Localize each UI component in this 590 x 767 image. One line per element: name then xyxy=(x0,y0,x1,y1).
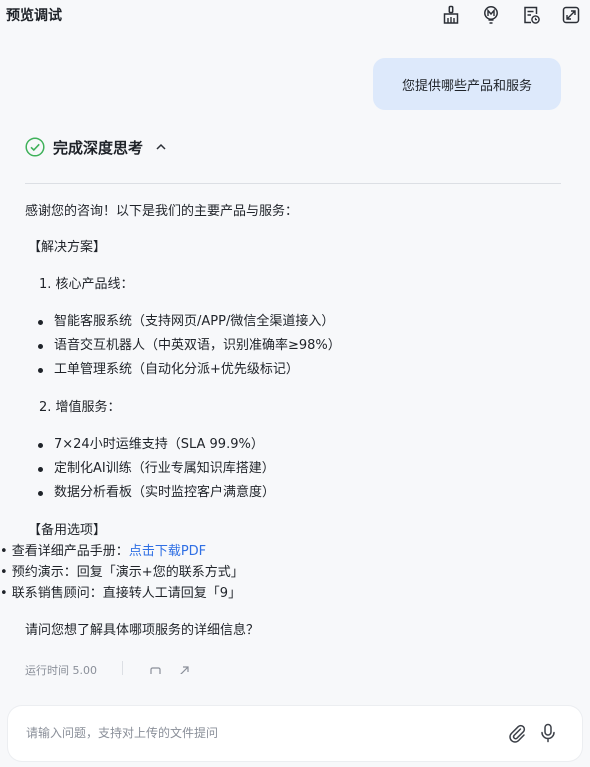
share-icon xyxy=(180,666,189,674)
divider xyxy=(25,183,561,184)
list-title-value-added: 2. 增值服务： xyxy=(39,400,121,415)
user-message-text: 您提供哪些产品和服务 xyxy=(401,78,532,94)
list-item: 智能客服系统（支持网页/APP/微信全渠道接入） xyxy=(38,310,334,334)
download-pdf-link[interactable]: 点击下载PDF xyxy=(129,544,206,559)
expand-icon xyxy=(562,6,580,24)
voice-input-button[interactable] xyxy=(537,722,559,744)
history-button[interactable] xyxy=(520,4,542,26)
header-bar: 预览调试 xyxy=(0,0,590,30)
list-item: 数据分析看板（实时监控客户满意度） xyxy=(38,481,275,505)
list-item: 定制化AI训练（行业专属知识库搭建） xyxy=(38,457,275,481)
thinking-toggle[interactable]: 完成深度思考 xyxy=(25,134,167,160)
answer-closing: 请问您想了解具体哪项服务的详细信息？ xyxy=(25,623,260,638)
chevron-up-icon xyxy=(156,143,166,150)
composer xyxy=(8,706,582,761)
bullet-dot xyxy=(38,320,43,325)
divider xyxy=(122,661,123,675)
paperclip-icon xyxy=(509,724,526,743)
section-heading-solutions: 【解决方案】 xyxy=(28,240,107,255)
attach-button[interactable] xyxy=(506,722,528,744)
model-m-icon xyxy=(484,6,498,24)
question-input[interactable] xyxy=(26,722,496,744)
broom-icon xyxy=(443,5,459,24)
expand-button[interactable] xyxy=(560,4,582,26)
thinking-label: 完成深度思考 xyxy=(53,138,144,157)
model-button[interactable] xyxy=(480,4,502,26)
runtime-text: 运行时间 5.00 xyxy=(25,664,97,676)
microphone-icon xyxy=(541,723,555,743)
list-item: 工单管理系统（自动化分派+优先级标记） xyxy=(38,358,299,382)
copy-icon xyxy=(150,667,161,674)
clear-button[interactable] xyxy=(440,4,462,26)
check-circle-icon xyxy=(25,137,45,157)
document-clock-icon xyxy=(524,6,540,24)
user-message-bubble: 您提供哪些产品和服务 xyxy=(373,58,561,110)
option-contact-sales: • 联系销售顾问：直接转人工请回复「9」 xyxy=(0,586,242,601)
list-item: 7×24小时运维支持（SLA 99.9%） xyxy=(38,433,264,457)
page-title: 预览调试 xyxy=(6,8,62,24)
list-title-core: 1. 核心产品线： xyxy=(39,277,134,292)
answer-intro: 感谢您的咨询！以下是我们的主要产品与服务： xyxy=(25,204,299,219)
share-button[interactable] xyxy=(176,664,190,674)
copy-button[interactable] xyxy=(148,664,162,674)
list-item: 语音交互机器人（中英双语，识别准确率≥98%） xyxy=(38,334,341,358)
bullet-dot xyxy=(38,443,43,448)
bullet-dot xyxy=(38,368,43,373)
bullet-dot xyxy=(38,491,43,496)
bullet-dot xyxy=(38,344,43,349)
bullet-dot xyxy=(38,467,43,472)
